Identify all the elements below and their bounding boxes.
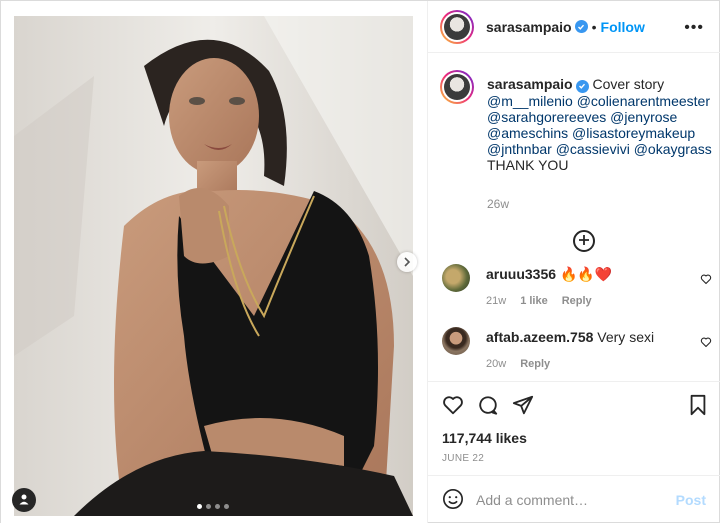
mention-link[interactable]: @jnthnbar (487, 141, 552, 157)
comment-meta: 20w Reply (486, 358, 550, 370)
post-comment-button[interactable]: Post (676, 492, 706, 508)
bookmark-icon[interactable] (688, 394, 708, 419)
commenter-avatar[interactable] (442, 264, 470, 292)
comment-input[interactable] (476, 492, 666, 508)
chevron-right-icon (403, 254, 411, 270)
author-avatar[interactable] (440, 9, 474, 44)
photo-illustration (14, 16, 413, 516)
plus-circle-icon (578, 233, 590, 249)
verified-badge-icon (574, 20, 588, 33)
share-icon[interactable] (512, 394, 534, 419)
caption-text: sarasampaio Cover story @m__milenio @col… (487, 76, 712, 173)
comment-body: 🔥🔥❤️ (559, 266, 613, 282)
more-options-button[interactable]: ••• (684, 19, 704, 37)
mention-link[interactable]: @sarahgorereeves (487, 109, 606, 125)
comment-text: aftab.azeem.758 Very sexi (486, 329, 686, 346)
mention-link[interactable]: @colienarentmeester (577, 93, 710, 109)
post-actions: 117,744 likes JUNE 22 (428, 381, 720, 481)
post-date[interactable]: JUNE 22 (442, 453, 484, 464)
commenter-avatar[interactable] (442, 327, 470, 355)
carousel-dot (224, 504, 229, 509)
follow-button[interactable]: Follow (601, 19, 645, 35)
post-media (1, 1, 427, 523)
comment-timestamp[interactable]: 21w (486, 295, 506, 307)
commenter-username[interactable]: aftab.azeem.758 (486, 329, 593, 345)
post-dialog: sarasampaio • Follow ••• sarasampaio Cov… (0, 0, 720, 523)
caption-end: THANK YOU (487, 156, 569, 173)
heart-icon[interactable] (700, 272, 712, 288)
header-separator: • (591, 18, 597, 35)
mention-link[interactable]: @cassievivi (556, 141, 630, 157)
verified-badge-icon (575, 79, 589, 93)
comments-scroll[interactable]: sarasampaio Cover story @m__milenio @col… (428, 54, 720, 380)
caption-timestamp[interactable]: 26w (487, 197, 509, 211)
caption-username[interactable]: sarasampaio (487, 76, 573, 92)
caption-lead: Cover story (592, 76, 665, 92)
post-side-panel: sarasampaio • Follow ••• sarasampaio Cov… (427, 1, 720, 523)
comment-icon[interactable] (477, 394, 499, 419)
comment-reply-button[interactable]: Reply (520, 358, 550, 370)
action-bar (442, 394, 708, 418)
comment-body: Very sexi (597, 329, 655, 345)
author-username[interactable]: sarasampaio (486, 19, 572, 35)
carousel-dot (206, 504, 211, 509)
post-header: sarasampaio • Follow ••• (428, 1, 720, 53)
carousel-next-button[interactable] (397, 252, 417, 272)
heart-icon[interactable] (700, 335, 712, 351)
heart-icon[interactable] (442, 394, 464, 419)
carousel-dots (197, 504, 229, 509)
caption-avatar[interactable] (440, 70, 474, 104)
load-more-comments-button[interactable] (573, 230, 595, 252)
post-photo[interactable] (14, 16, 413, 516)
mention-link[interactable]: @m__milenio (487, 93, 573, 109)
user-tags-button[interactable] (12, 488, 36, 512)
comment-timestamp[interactable]: 20w (486, 358, 506, 370)
comment-like-count[interactable]: 1 like (520, 295, 548, 307)
add-comment-bar: Post (428, 475, 720, 523)
mention-link[interactable]: @ameschins (487, 125, 568, 141)
comment-text: aruuu3356 🔥🔥❤️ (486, 266, 686, 283)
carousel-dot (215, 504, 220, 509)
like-count[interactable]: 117,744 likes (442, 430, 527, 446)
comment-meta: 21w 1 like Reply (486, 295, 592, 307)
emoji-icon[interactable] (442, 488, 464, 513)
mention-link[interactable]: @jenyrose (610, 109, 677, 125)
comment-reply-button[interactable]: Reply (562, 295, 592, 307)
user-tag-icon (18, 492, 30, 508)
carousel-dot (197, 504, 202, 509)
mention-link[interactable]: @okaygrass (634, 141, 712, 157)
mention-link[interactable]: @lisastoreymakeup (572, 125, 695, 141)
commenter-username[interactable]: aruuu3356 (486, 266, 556, 282)
